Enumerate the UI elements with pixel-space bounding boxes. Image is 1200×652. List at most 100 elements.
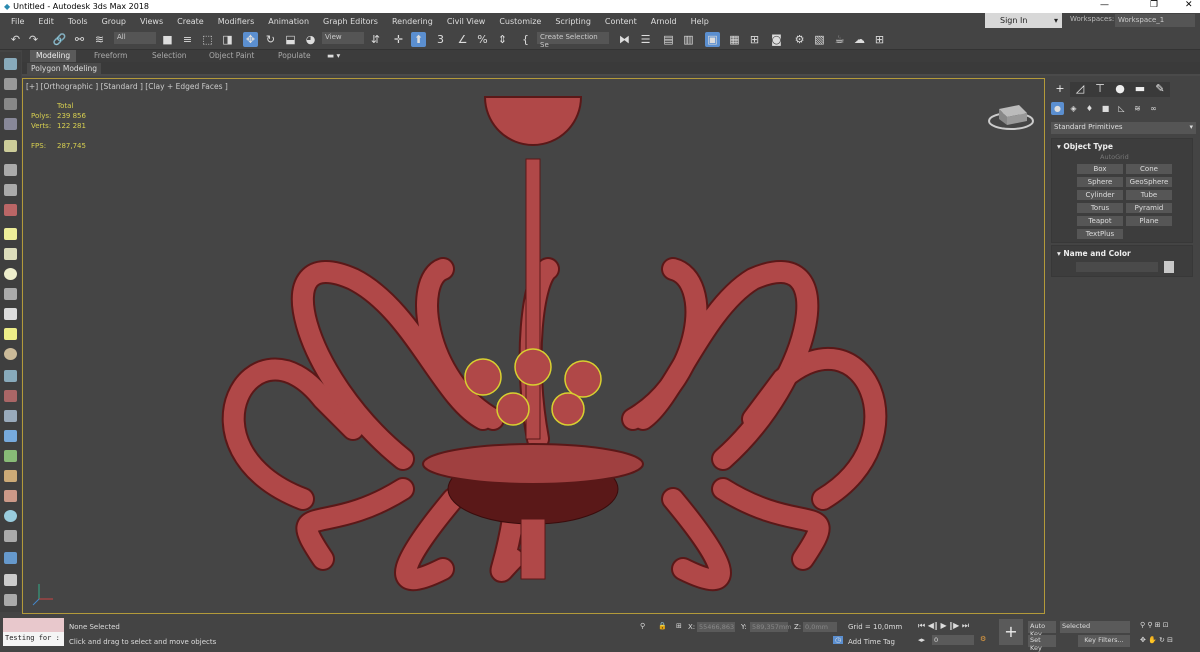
- align-icon[interactable]: ☰: [638, 32, 653, 47]
- pyramid-button[interactable]: Pyramid: [1126, 203, 1172, 213]
- set-key-button[interactable]: Set Key: [1028, 635, 1056, 652]
- close-button[interactable]: ✕: [1185, 0, 1193, 10]
- time-tag-icon[interactable]: ◷: [833, 636, 844, 644]
- tube-button[interactable]: Tube: [1126, 190, 1172, 200]
- viewport-icon[interactable]: [4, 78, 17, 90]
- menu-group[interactable]: Group: [95, 17, 133, 26]
- select-and-rotate-icon[interactable]: ↻: [263, 32, 278, 47]
- snaps-toggle-icon[interactable]: 3: [433, 32, 448, 47]
- torus-icon[interactable]: [4, 348, 17, 360]
- menu-views[interactable]: Views: [133, 17, 170, 26]
- globe-icon[interactable]: [4, 430, 17, 442]
- object-name-input[interactable]: [1076, 262, 1158, 272]
- camera-icon[interactable]: [4, 164, 17, 176]
- sphere-icon[interactable]: [4, 268, 17, 280]
- current-frame-field[interactable]: 0: [932, 635, 974, 645]
- teapot-icon[interactable]: [4, 58, 17, 70]
- named-selection-sets-dropdown[interactable]: Create Selection Se: [537, 32, 609, 49]
- tab-selection[interactable]: Selection: [152, 51, 187, 60]
- isolate-icon[interactable]: ⚲: [640, 622, 645, 630]
- curve-editor-icon[interactable]: ▦: [727, 32, 742, 47]
- select-and-place-icon[interactable]: ◕: [303, 32, 318, 47]
- ribbon-toggle-icon[interactable]: ▣: [705, 32, 720, 47]
- hemisphere-icon[interactable]: [4, 248, 17, 260]
- bind-space-warp-icon[interactable]: ≋: [92, 32, 107, 47]
- mirror-icon[interactable]: ⧓: [617, 32, 632, 47]
- chandelier-model[interactable]: [221, 96, 888, 592]
- playback-controls[interactable]: ⏮ ◀‖ ▶ ‖▶ ⏭: [918, 621, 969, 631]
- select-and-scale-icon[interactable]: ⬓: [283, 32, 298, 47]
- tab-object-paint[interactable]: Object Paint: [209, 51, 254, 60]
- a360-gallery-icon[interactable]: ⊞: [872, 32, 887, 47]
- lights-icon[interactable]: ♦: [1083, 102, 1096, 115]
- angle-snap-icon[interactable]: ∠: [455, 32, 470, 47]
- cameras-icon[interactable]: ■: [1099, 102, 1112, 115]
- geosphere-icon[interactable]: [4, 288, 17, 300]
- textplus-button[interactable]: TextPlus: [1077, 229, 1123, 239]
- rectangular-selection-icon[interactable]: ⬚: [200, 32, 215, 47]
- cone-button[interactable]: Cone: [1126, 164, 1172, 174]
- render-in-cloud-icon[interactable]: ☁: [852, 32, 867, 47]
- helpers-icon[interactable]: ◺: [1115, 102, 1128, 115]
- undo-icon[interactable]: ↶: [8, 32, 23, 47]
- plane-icon[interactable]: [4, 228, 17, 240]
- modifier-icon[interactable]: [4, 530, 17, 542]
- select-and-move-icon[interactable]: ✥: [243, 32, 258, 47]
- menu-rendering[interactable]: Rendering: [385, 17, 440, 26]
- window-crossing-icon[interactable]: ◨: [220, 32, 235, 47]
- biped-icon[interactable]: [4, 470, 17, 482]
- display-tab-icon[interactable]: ▬: [1130, 82, 1150, 97]
- utilities-tab-icon[interactable]: ✎: [1150, 82, 1170, 97]
- sun-icon[interactable]: [4, 328, 17, 340]
- menu-modifiers[interactable]: Modifiers: [211, 17, 262, 26]
- minimize-button[interactable]: —: [1100, 0, 1109, 10]
- settings-icon[interactable]: [4, 594, 17, 606]
- set-key-big-button[interactable]: +: [999, 619, 1023, 645]
- create-tab-icon[interactable]: +: [1050, 82, 1070, 97]
- viewport-orthographic[interactable]: [+] [Orthographic ] [Standard ] [Clay + …: [22, 78, 1045, 614]
- tab-populate[interactable]: Populate: [278, 51, 311, 60]
- z-coordinate-field[interactable]: 0,0mm: [803, 622, 837, 632]
- menu-tools[interactable]: Tools: [61, 17, 95, 26]
- x-coordinate-field[interactable]: 55466,863: [697, 622, 735, 632]
- keyboard-shortcut-override-icon[interactable]: ⬆: [411, 32, 426, 47]
- material-editor-icon[interactable]: ◙: [769, 32, 784, 47]
- cylinder-button[interactable]: Cylinder: [1077, 190, 1123, 200]
- percent-snap-icon[interactable]: %: [475, 32, 490, 47]
- menu-civil-view[interactable]: Civil View: [440, 17, 493, 26]
- time-config-icon[interactable]: ◂▸: [918, 636, 925, 644]
- viewcube-icon[interactable]: [988, 105, 1034, 130]
- ribbon-options-icon[interactable]: ▬ ▾: [327, 51, 340, 60]
- shapes-icon[interactable]: ◈: [1067, 102, 1080, 115]
- plant-icon[interactable]: [4, 450, 17, 462]
- menu-edit[interactable]: Edit: [31, 17, 61, 26]
- cone-icon[interactable]: [4, 308, 17, 320]
- selection-filter-dropdown[interactable]: All: [114, 32, 156, 44]
- schematic-view-icon[interactable]: ⊞: [747, 32, 762, 47]
- menu-help[interactable]: Help: [684, 17, 716, 26]
- key-filters-button[interactable]: Key Filters...: [1078, 635, 1130, 647]
- menu-create[interactable]: Create: [170, 17, 211, 26]
- modify-tab-icon[interactable]: ◿: [1070, 82, 1090, 97]
- geosphere-button[interactable]: GeoSphere: [1126, 177, 1172, 187]
- add-time-tag-button[interactable]: Add Time Tag: [848, 638, 895, 646]
- pivot-center-icon[interactable]: ⇵: [368, 32, 383, 47]
- box-button[interactable]: Box: [1077, 164, 1123, 174]
- layer-explorer-icon[interactable]: ▥: [681, 32, 696, 47]
- transform-mode-icon[interactable]: ⊞: [676, 622, 682, 630]
- maximize-button[interactable]: ❐: [1150, 0, 1158, 10]
- redo-icon[interactable]: ↷: [26, 32, 41, 47]
- menu-customize[interactable]: Customize: [492, 17, 548, 26]
- document-icon[interactable]: [4, 574, 17, 586]
- geometry-icon[interactable]: ●: [1051, 102, 1064, 115]
- scene-explorer-icon[interactable]: [4, 98, 17, 110]
- scene-explorer-icon[interactable]: ▤: [661, 32, 676, 47]
- hierarchy-tab-icon[interactable]: ⊤: [1090, 82, 1110, 97]
- object-type-header[interactable]: ▾ Object Type: [1052, 139, 1192, 154]
- tab-freeform[interactable]: Freeform: [94, 51, 127, 60]
- menu-scripting[interactable]: Scripting: [548, 17, 598, 26]
- menu-content[interactable]: Content: [598, 17, 644, 26]
- time-configuration-icon[interactable]: ⚙: [980, 635, 986, 643]
- sign-in-button[interactable]: Sign In ▾: [985, 13, 1062, 28]
- space-warps-icon[interactable]: ≋: [1131, 102, 1144, 115]
